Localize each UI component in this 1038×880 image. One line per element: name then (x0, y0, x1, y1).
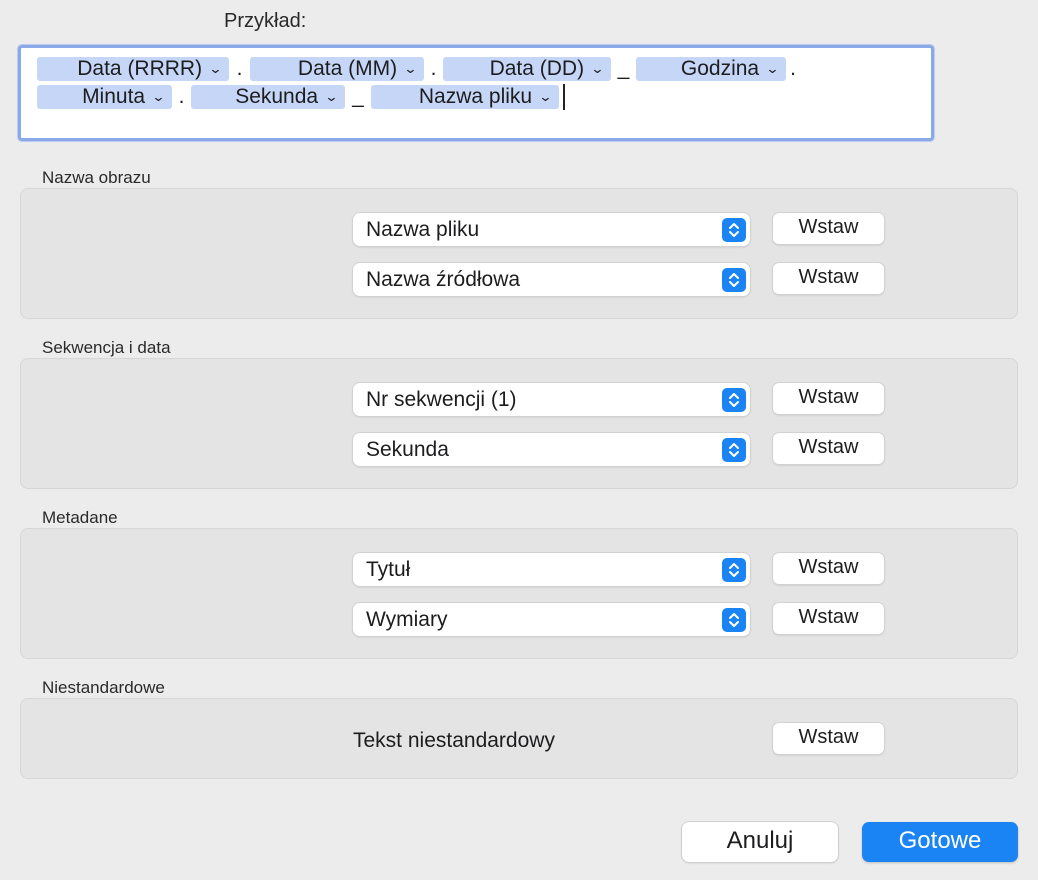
token-row-1: Data (RRRR) ⌄ . Data (MM) ⌄ . Data (DD) … (37, 56, 800, 82)
image-name-select-1[interactable]: Nazwa pliku (353, 213, 750, 246)
token-separator: . (236, 57, 243, 80)
token-month[interactable]: Data (MM) ⌄ (250, 57, 424, 81)
chevron-down-icon: ⌄ (538, 89, 553, 104)
chevron-up-down-icon (722, 388, 746, 412)
text-caret (563, 84, 565, 110)
section-title-sequence-date: Sekwencja i data (42, 338, 171, 357)
chevron-down-icon: ⌄ (208, 61, 223, 76)
insert-button-image-name-1[interactable]: Wstaw (773, 213, 884, 244)
chevron-down-icon: ⌄ (403, 61, 418, 76)
section-box-sequence-date (20, 358, 1018, 489)
example-label: Przykład: (224, 10, 307, 32)
sequence-date-select-1[interactable]: Nr sekwencji (1) (353, 383, 750, 416)
token-second[interactable]: Sekunda ⌄ (191, 85, 345, 109)
format-token-field[interactable]: Data (RRRR) ⌄ . Data (MM) ⌄ . Data (DD) … (18, 45, 934, 141)
token-label: Minuta (82, 85, 146, 108)
section-box-image-name (20, 188, 1018, 319)
token-label: Data (DD) (489, 57, 585, 80)
chevron-up-down-icon (722, 558, 746, 582)
custom-text-label: Tekst niestandardowy (353, 729, 555, 752)
metadata-select-2[interactable]: Wymiary (353, 603, 750, 636)
chevron-down-icon: ⌄ (324, 89, 339, 104)
chevron-up-down-icon (722, 608, 746, 632)
token-minute[interactable]: Minuta ⌄ (37, 85, 172, 109)
chevron-up-down-icon (722, 268, 746, 292)
token-filename[interactable]: Nazwa pliku ⌄ (371, 85, 559, 109)
token-label: Data (MM) (297, 57, 398, 80)
done-button[interactable]: Gotowe (862, 822, 1018, 862)
chevron-down-icon: ⌄ (151, 89, 166, 104)
sequence-date-select-2[interactable]: Sekunda (353, 433, 750, 466)
chevron-up-down-icon (722, 218, 746, 242)
section-title-image-name: Nazwa obrazu (42, 168, 151, 187)
select-value: Nr sekwencji (1) (366, 388, 517, 411)
token-separator: . (790, 57, 796, 80)
section-title-custom: Niestandardowe (42, 678, 165, 697)
token-day[interactable]: Data (DD) ⌄ (443, 57, 611, 81)
token-separator: . (178, 85, 185, 108)
token-label: Data (RRRR) (77, 57, 203, 80)
select-value: Sekunda (366, 438, 449, 461)
insert-button-sequence-date-1[interactable]: Wstaw (773, 383, 884, 414)
section-title-metadata: Metadane (42, 508, 118, 527)
section-box-metadata (20, 528, 1018, 659)
insert-button-image-name-2[interactable]: Wstaw (773, 263, 884, 294)
chevron-up-down-icon (722, 438, 746, 462)
token-hour[interactable]: Godzina ⌄ (636, 57, 786, 81)
select-value: Wymiary (366, 608, 448, 631)
token-separator: _ (352, 85, 364, 108)
token-separator: _ (617, 57, 630, 80)
cancel-button[interactable]: Anuluj (682, 822, 838, 862)
insert-button-custom[interactable]: Wstaw (773, 723, 884, 754)
image-name-select-2[interactable]: Nazwa źródłowa (353, 263, 750, 296)
token-label: Godzina (680, 57, 760, 80)
token-label: Nazwa pliku (418, 85, 533, 108)
select-value: Nazwa pliku (366, 218, 480, 241)
chevron-down-icon: ⌄ (590, 61, 605, 76)
chevron-down-icon: ⌄ (765, 61, 780, 76)
select-value: Tytuł (366, 558, 411, 581)
select-value: Nazwa źródłowa (366, 268, 521, 291)
insert-button-sequence-date-2[interactable]: Wstaw (773, 433, 884, 464)
token-separator: . (430, 57, 437, 80)
token-row-2: Minuta ⌄ . Sekunda ⌄ _ Nazwa pliku ⌄ (37, 84, 565, 110)
metadata-select-1[interactable]: Tytuł (353, 553, 750, 586)
insert-button-metadata-2[interactable]: Wstaw (773, 603, 884, 634)
token-label: Sekunda (235, 85, 319, 108)
token-year[interactable]: Data (RRRR) ⌄ (37, 57, 229, 81)
insert-button-metadata-1[interactable]: Wstaw (773, 553, 884, 584)
